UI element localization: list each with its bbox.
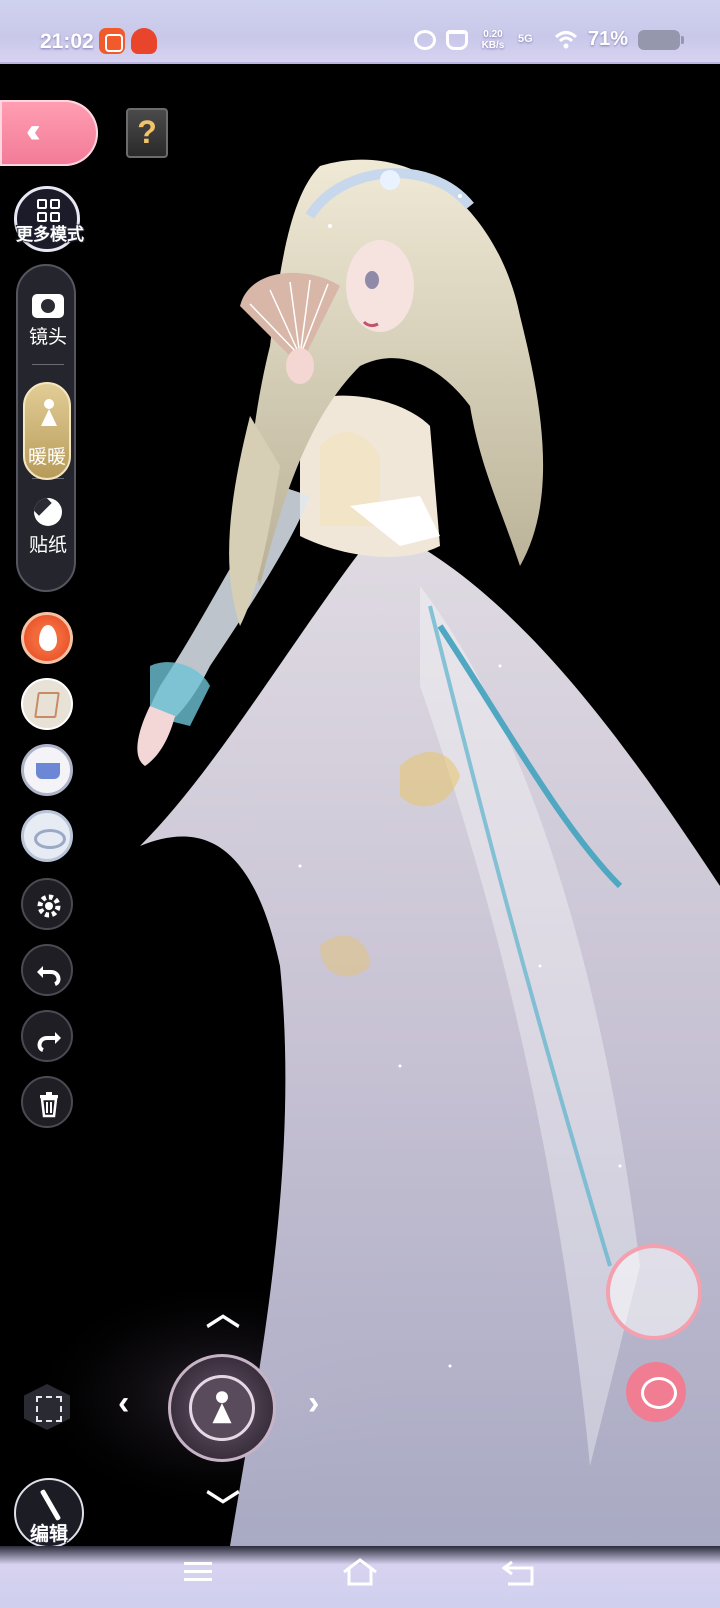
warm-label: 暖暖 [27, 447, 66, 468]
camera-icon [32, 294, 64, 318]
home-button[interactable] [340, 1556, 380, 1586]
recent-apps-button[interactable] [180, 1556, 220, 1586]
character-stage[interactable] [0, 66, 720, 1546]
status-right-group: 0.20 KB/s 5G 71% [413, 28, 684, 51]
mute-icon [445, 29, 468, 50]
camera-tab[interactable]: 镜头 [18, 294, 78, 349]
character-illustration [20, 159, 720, 1546]
network-type: 5G [517, 33, 533, 45]
move-left-arrow[interactable]: ‹ [118, 1384, 129, 1423]
visibility-button[interactable] [21, 810, 73, 862]
warm-tab-selected[interactable]: 暖暖 [23, 382, 71, 480]
swap-outfit-button[interactable] [21, 678, 73, 730]
more-modes-label: 更多模式 [16, 225, 84, 244]
move-right-arrow[interactable]: › [308, 1384, 319, 1423]
battery-icon [638, 29, 684, 50]
edit-label: 编辑 [29, 1524, 68, 1545]
delete-button[interactable] [21, 1076, 73, 1128]
redo-button[interactable] [21, 1010, 73, 1062]
battery-percent: 71% [587, 28, 628, 50]
wifi-icon [554, 30, 577, 48]
sticker-icon [34, 498, 62, 526]
joystick-knob[interactable] [189, 1375, 255, 1441]
capture-shutter-button[interactable] [606, 1244, 702, 1340]
sticker-tab[interactable]: 贴纸 [18, 498, 78, 557]
move-down-arrow[interactable]: ﹀ [206, 1480, 240, 1529]
undo-icon [37, 966, 61, 986]
move-up-arrow[interactable]: ︿ [206, 1286, 240, 1335]
basket-button[interactable] [21, 744, 73, 796]
question-book-icon: ? [137, 114, 157, 150]
character-joystick[interactable] [168, 1354, 276, 1462]
chat-button[interactable] [626, 1362, 686, 1422]
status-bar: 21:02 0.20 KB/s 5G 71% [0, 0, 720, 64]
sticker-label: 贴纸 [28, 535, 67, 556]
redo-icon [37, 1032, 61, 1052]
trash-icon [40, 1092, 58, 1118]
double-chevron-left-icon: ‹‹ [26, 112, 40, 150]
help-button[interactable]: ? [126, 108, 168, 158]
settings-button[interactable] [21, 878, 73, 930]
gear-icon [37, 894, 61, 918]
return-icon [501, 1560, 534, 1586]
back-button[interactable]: ‹‹ [0, 100, 98, 166]
toolbar-divider [32, 364, 64, 365]
fire-button[interactable] [21, 612, 73, 664]
app-notification-icon [99, 28, 125, 54]
magic-wand-icon [39, 1489, 62, 1521]
app-notification-icon-2 [131, 28, 157, 54]
home-icon [343, 1558, 377, 1586]
status-time: 21:02 [40, 30, 94, 53]
girl-icon [41, 399, 57, 426]
undo-button[interactable] [21, 944, 73, 996]
system-nav-bar [0, 1546, 720, 1608]
system-back-button[interactable] [500, 1556, 540, 1586]
net-speed: 0.20 KB/s [481, 28, 505, 51]
character-joystick-icon [212, 1391, 232, 1424]
camera-label: 镜头 [28, 327, 67, 348]
alarm-icon [413, 29, 436, 50]
